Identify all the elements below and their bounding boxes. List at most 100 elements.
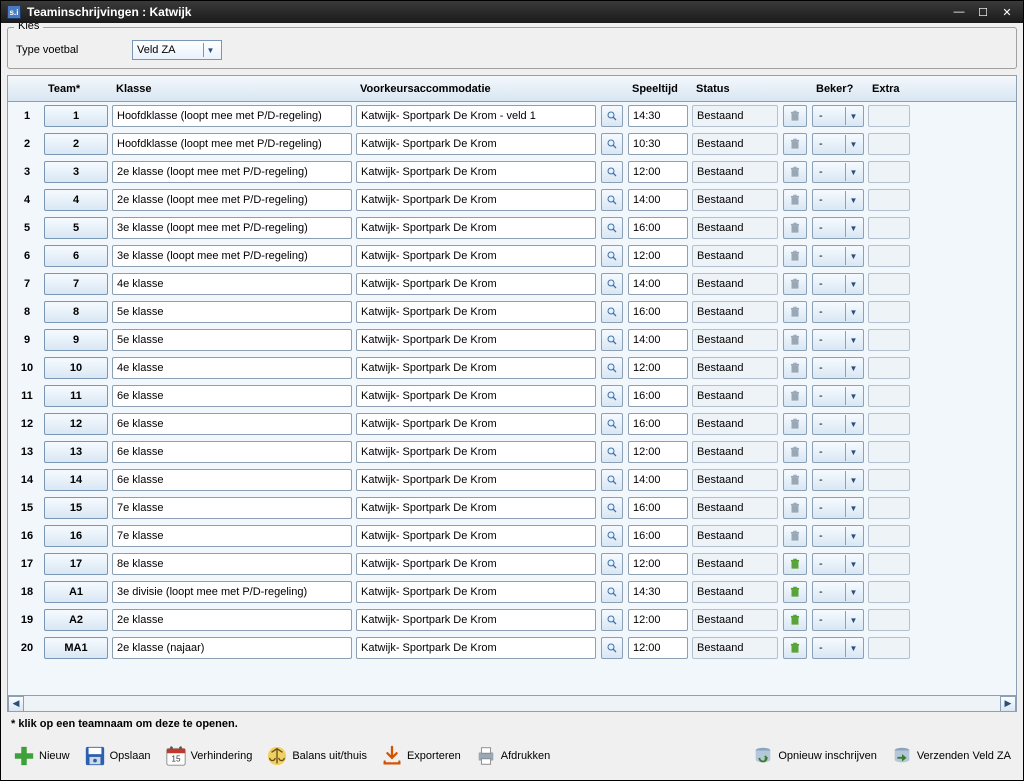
extra-field[interactable] (868, 105, 910, 127)
accommodatie-field[interactable]: Katwijk- Sportpark De Krom (356, 161, 596, 183)
col-speeltijd[interactable]: Speeltijd (626, 83, 690, 95)
accommodatie-field[interactable]: Katwijk- Sportpark De Krom (356, 609, 596, 631)
maximize-button[interactable]: ☐ (973, 5, 993, 19)
col-status[interactable]: Status (690, 83, 780, 95)
beker-select[interactable]: -▼ (812, 357, 864, 379)
klasse-field[interactable]: 7e klasse (112, 497, 352, 519)
delete-button[interactable] (783, 329, 807, 351)
klasse-field[interactable]: 7e klasse (112, 525, 352, 547)
speeltijd-input[interactable]: 16:00 (628, 385, 688, 407)
team-button[interactable]: 1 (44, 105, 108, 127)
accommodatie-field[interactable]: Katwijk- Sportpark De Krom (356, 497, 596, 519)
lookup-button[interactable] (601, 637, 623, 659)
speeltijd-input[interactable]: 14:00 (628, 329, 688, 351)
extra-field[interactable] (868, 357, 910, 379)
col-accommodatie[interactable]: Voorkeursaccommodatie (354, 83, 598, 95)
accommodatie-field[interactable]: Katwijk- Sportpark De Krom (356, 413, 596, 435)
klasse-field[interactable]: Hoofdklasse (loopt mee met P/D-regeling) (112, 133, 352, 155)
accommodatie-field[interactable]: Katwijk- Sportpark De Krom (356, 581, 596, 603)
klasse-field[interactable]: 2e klasse (najaar) (112, 637, 352, 659)
extra-field[interactable] (868, 497, 910, 519)
beker-select[interactable]: -▼ (812, 133, 864, 155)
team-button[interactable]: 3 (44, 161, 108, 183)
afdrukken-button[interactable]: Afdrukken (475, 745, 551, 767)
delete-button[interactable] (783, 497, 807, 519)
speeltijd-input[interactable]: 10:30 (628, 133, 688, 155)
team-button[interactable]: 7 (44, 273, 108, 295)
team-button[interactable]: 11 (44, 385, 108, 407)
klasse-field[interactable]: 5e klasse (112, 329, 352, 351)
beker-select[interactable]: -▼ (812, 161, 864, 183)
lookup-button[interactable] (601, 245, 623, 267)
klasse-field[interactable]: 6e klasse (112, 385, 352, 407)
lookup-button[interactable] (601, 469, 623, 491)
beker-select[interactable]: -▼ (812, 441, 864, 463)
horizontal-scrollbar[interactable]: ◀ ▶ (8, 695, 1016, 711)
speeltijd-input[interactable]: 12:00 (628, 441, 688, 463)
extra-field[interactable] (868, 273, 910, 295)
delete-button[interactable] (783, 133, 807, 155)
beker-select[interactable]: -▼ (812, 105, 864, 127)
extra-field[interactable] (868, 609, 910, 631)
speeltijd-input[interactable]: 12:00 (628, 161, 688, 183)
klasse-field[interactable]: 3e divisie (loopt mee met P/D-regeling) (112, 581, 352, 603)
team-button[interactable]: 10 (44, 357, 108, 379)
beker-select[interactable]: -▼ (812, 329, 864, 351)
speeltijd-input[interactable]: 14:00 (628, 273, 688, 295)
lookup-button[interactable] (601, 441, 623, 463)
extra-field[interactable] (868, 301, 910, 323)
extra-field[interactable] (868, 637, 910, 659)
accommodatie-field[interactable]: Katwijk- Sportpark De Krom (356, 469, 596, 491)
type-voetbal-select[interactable]: Veld ZA ▼ (132, 40, 222, 60)
lookup-button[interactable] (601, 301, 623, 323)
speeltijd-input[interactable]: 16:00 (628, 217, 688, 239)
col-klasse[interactable]: Klasse (110, 83, 354, 95)
lookup-button[interactable] (601, 357, 623, 379)
beker-select[interactable]: -▼ (812, 525, 864, 547)
accommodatie-field[interactable]: Katwijk- Sportpark De Krom (356, 357, 596, 379)
extra-field[interactable] (868, 553, 910, 575)
verhindering-button[interactable]: 15 Verhindering (165, 745, 253, 767)
team-button[interactable]: 5 (44, 217, 108, 239)
klasse-field[interactable]: 2e klasse (loopt mee met P/D-regeling) (112, 161, 352, 183)
delete-button[interactable] (783, 245, 807, 267)
speeltijd-input[interactable]: 12:00 (628, 245, 688, 267)
delete-button[interactable] (783, 217, 807, 239)
lookup-button[interactable] (601, 133, 623, 155)
beker-select[interactable]: -▼ (812, 553, 864, 575)
lookup-button[interactable] (601, 329, 623, 351)
extra-field[interactable] (868, 329, 910, 351)
beker-select[interactable]: -▼ (812, 245, 864, 267)
beker-select[interactable]: -▼ (812, 609, 864, 631)
delete-button[interactable] (783, 441, 807, 463)
accommodatie-field[interactable]: Katwijk- Sportpark De Krom (356, 553, 596, 575)
delete-button[interactable] (783, 301, 807, 323)
close-button[interactable]: ✕ (997, 5, 1017, 19)
lookup-button[interactable] (601, 105, 623, 127)
team-button[interactable]: 13 (44, 441, 108, 463)
beker-select[interactable]: -▼ (812, 581, 864, 603)
delete-button[interactable] (783, 385, 807, 407)
team-button[interactable]: MA1 (44, 637, 108, 659)
delete-button[interactable] (783, 105, 807, 127)
accommodatie-field[interactable]: Katwijk- Sportpark De Krom (356, 133, 596, 155)
team-button[interactable]: A2 (44, 609, 108, 631)
minimize-button[interactable]: — (949, 5, 969, 19)
speeltijd-input[interactable]: 14:00 (628, 189, 688, 211)
delete-button[interactable] (783, 357, 807, 379)
delete-button[interactable] (783, 469, 807, 491)
delete-button[interactable] (783, 273, 807, 295)
opslaan-button[interactable]: Opslaan (84, 745, 151, 767)
extra-field[interactable] (868, 581, 910, 603)
lookup-button[interactable] (601, 609, 623, 631)
accommodatie-field[interactable]: Katwijk- Sportpark De Krom (356, 525, 596, 547)
lookup-button[interactable] (601, 413, 623, 435)
speeltijd-input[interactable]: 12:00 (628, 609, 688, 631)
klasse-field[interactable]: 4e klasse (112, 273, 352, 295)
col-extra[interactable]: Extra (866, 83, 912, 95)
opnieuw-inschrijven-button[interactable]: Opnieuw inschrijven (752, 745, 876, 767)
extra-field[interactable] (868, 385, 910, 407)
beker-select[interactable]: -▼ (812, 385, 864, 407)
team-button[interactable]: 2 (44, 133, 108, 155)
scroll-left-button[interactable]: ◀ (8, 696, 24, 712)
